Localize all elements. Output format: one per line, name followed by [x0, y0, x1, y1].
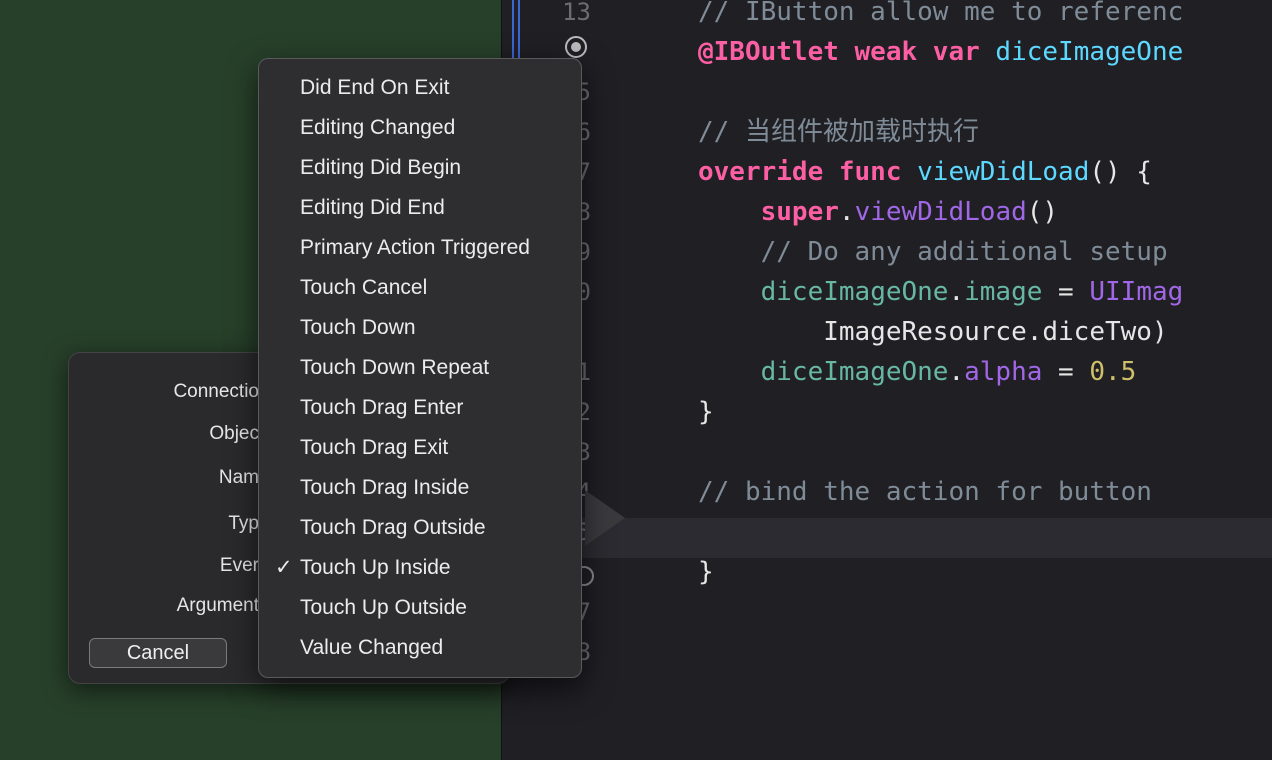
object-label: Objec: [209, 423, 259, 444]
code-line[interactable]: 9 // Do any additional setup: [501, 232, 1272, 272]
code-token: .: [948, 277, 965, 307]
code-line[interactable]: }: [501, 552, 1272, 592]
code-line[interactable]: 5: [501, 72, 1272, 112]
cancel-button[interactable]: Cancel: [89, 638, 227, 668]
code-token: .: [838, 197, 855, 227]
code-token: alpha: [964, 357, 1043, 387]
line-number: 13: [562, 0, 591, 26]
code-token: }: [698, 397, 714, 427]
menu-item-label: Touch Down Repeat: [300, 356, 490, 379]
menu-item[interactable]: Touch Drag Enter: [259, 388, 581, 428]
code-token: diceImageOne: [760, 357, 949, 387]
code-token: diceImageOne: [760, 277, 949, 307]
code-line[interactable]: ImageResource.diceTwo): [501, 312, 1272, 352]
code-token: viewDidLoad: [917, 157, 1090, 187]
code-token: super: [760, 197, 839, 227]
menu-item[interactable]: Touch Drag Outside: [259, 508, 581, 548]
code-token: UIImag: [1089, 277, 1184, 307]
name-label: Nam: [218, 467, 259, 488]
menu-item-label: Editing Did End: [300, 196, 445, 219]
menu-item[interactable]: Editing Did Begin: [259, 148, 581, 188]
code-token: // Do any additional setup: [698, 237, 1168, 267]
code-line[interactable]: 1 diceImageOne.alpha = 0.5: [501, 352, 1272, 392]
menu-item[interactable]: Touch Down Repeat: [259, 348, 581, 388]
menu-item[interactable]: Touch Drag Exit: [259, 428, 581, 468]
code-token: 0.5: [1089, 357, 1137, 387]
code-token: (): [1026, 197, 1059, 227]
menu-item[interactable]: Editing Did End: [259, 188, 581, 228]
menu-item[interactable]: Did End On Exit: [259, 68, 581, 108]
checkmark-icon: ✓: [275, 556, 293, 579]
outlet-connection-icon[interactable]: [565, 36, 587, 58]
menu-item-label: Touch Drag Outside: [300, 516, 486, 539]
code-line[interactable]: 6// 当组件被加载时执行: [501, 112, 1272, 152]
code-line[interactable]: 3: [501, 432, 1272, 472]
menu-item[interactable]: ✓ Touch Up Inside: [259, 548, 581, 588]
menu-item-label: Editing Changed: [300, 116, 456, 139]
code-token: image: [964, 277, 1043, 307]
code-line[interactable]: 13 // IButton allow me to referenc: [501, 0, 1272, 32]
menu-item[interactable]: Touch Up Outside: [259, 588, 581, 628]
menu-item-label: Touch Up Outside: [300, 596, 467, 619]
code-token: =: [1042, 277, 1090, 307]
type-label: Typ: [228, 513, 259, 534]
event-dropdown-menu: Did End On Exit Editing Changed Editing Di…: [258, 58, 582, 678]
code-line[interactable]: 0 diceImageOne.image = UIImag: [501, 272, 1272, 312]
code-text: // IButton allow me to referenc: [698, 0, 1183, 32]
popover-arrow: [585, 490, 625, 546]
code-token: // IButton allow me to referenc: [698, 0, 1184, 27]
code-token: @IBOutlet weak var: [698, 37, 996, 67]
menu-item[interactable]: Touch Drag Inside: [259, 468, 581, 508]
code-token: viewDidLoad: [854, 197, 1027, 227]
event-label: Ever: [219, 555, 259, 576]
menu-item-label: Primary Action Triggered: [300, 236, 530, 259]
code-text: }: [698, 552, 714, 592]
code-token: =: [1042, 357, 1090, 387]
menu-item-label: Touch Cancel: [300, 276, 428, 299]
menu-item-label: Touch Down: [300, 316, 416, 339]
menu-item[interactable]: Primary Action Triggered: [259, 228, 581, 268]
code-line[interactable]: @IBOutlet weak var diceImageOne: [501, 32, 1272, 72]
code-text: // 当组件被加载时执行: [698, 112, 979, 152]
menu-item-label: Touch Drag Enter: [300, 396, 464, 419]
code-text: @IBOutlet weak var diceImageOne: [698, 32, 1183, 72]
code-token: // 当组件被加载时执行: [698, 117, 979, 147]
menu-item-label: Did End On Exit: [300, 76, 450, 99]
code-text: // Do any additional setup: [698, 232, 1168, 272]
menu-item-label: Value Changed: [300, 636, 444, 659]
code-token: .: [948, 357, 965, 387]
code-line[interactable]: 2}: [501, 392, 1272, 432]
code-token: // bind the action for button: [698, 477, 1152, 507]
connection-label: Connectio: [173, 381, 259, 402]
menu-item[interactable]: Value Changed: [259, 628, 581, 668]
menu-item[interactable]: Editing Changed: [259, 108, 581, 148]
code-line[interactable]: 8: [501, 632, 1272, 672]
code-line[interactable]: 8 super.viewDidLoad(): [501, 192, 1272, 232]
menu-item-label: Touch Drag Exit: [300, 436, 449, 459]
code-text: override func viewDidLoad() {: [698, 152, 1152, 192]
code-line[interactable]: 7: [501, 592, 1272, 632]
menu-item[interactable]: Touch Cancel: [259, 268, 581, 308]
code-text: diceImageOne.alpha = 0.5: [698, 352, 1137, 392]
menu-item[interactable]: Touch Down: [259, 308, 581, 348]
code-token: override func: [698, 157, 918, 187]
code-text: }: [698, 392, 714, 432]
menu-item-label: Touch Drag Inside: [300, 476, 470, 499]
code-text: diceImageOne.image = UIImag: [698, 272, 1184, 312]
code-token: diceImageOne: [995, 37, 1184, 67]
arguments-label: Argument: [176, 595, 259, 616]
code-line[interactable]: 7 override func viewDidLoad() {: [501, 152, 1272, 192]
code-text: super.viewDidLoad(): [698, 192, 1058, 232]
code-token: }: [698, 557, 714, 587]
code-text: ImageResource.diceTwo): [698, 312, 1168, 352]
menu-item-label: Editing Did Begin: [300, 156, 462, 179]
menu-item-label: Touch Up Inside: [300, 556, 451, 579]
code-token: ImageResource.diceTwo): [698, 317, 1168, 347]
code-token: () {: [1089, 157, 1152, 187]
code-text: // bind the action for button: [698, 472, 1152, 512]
